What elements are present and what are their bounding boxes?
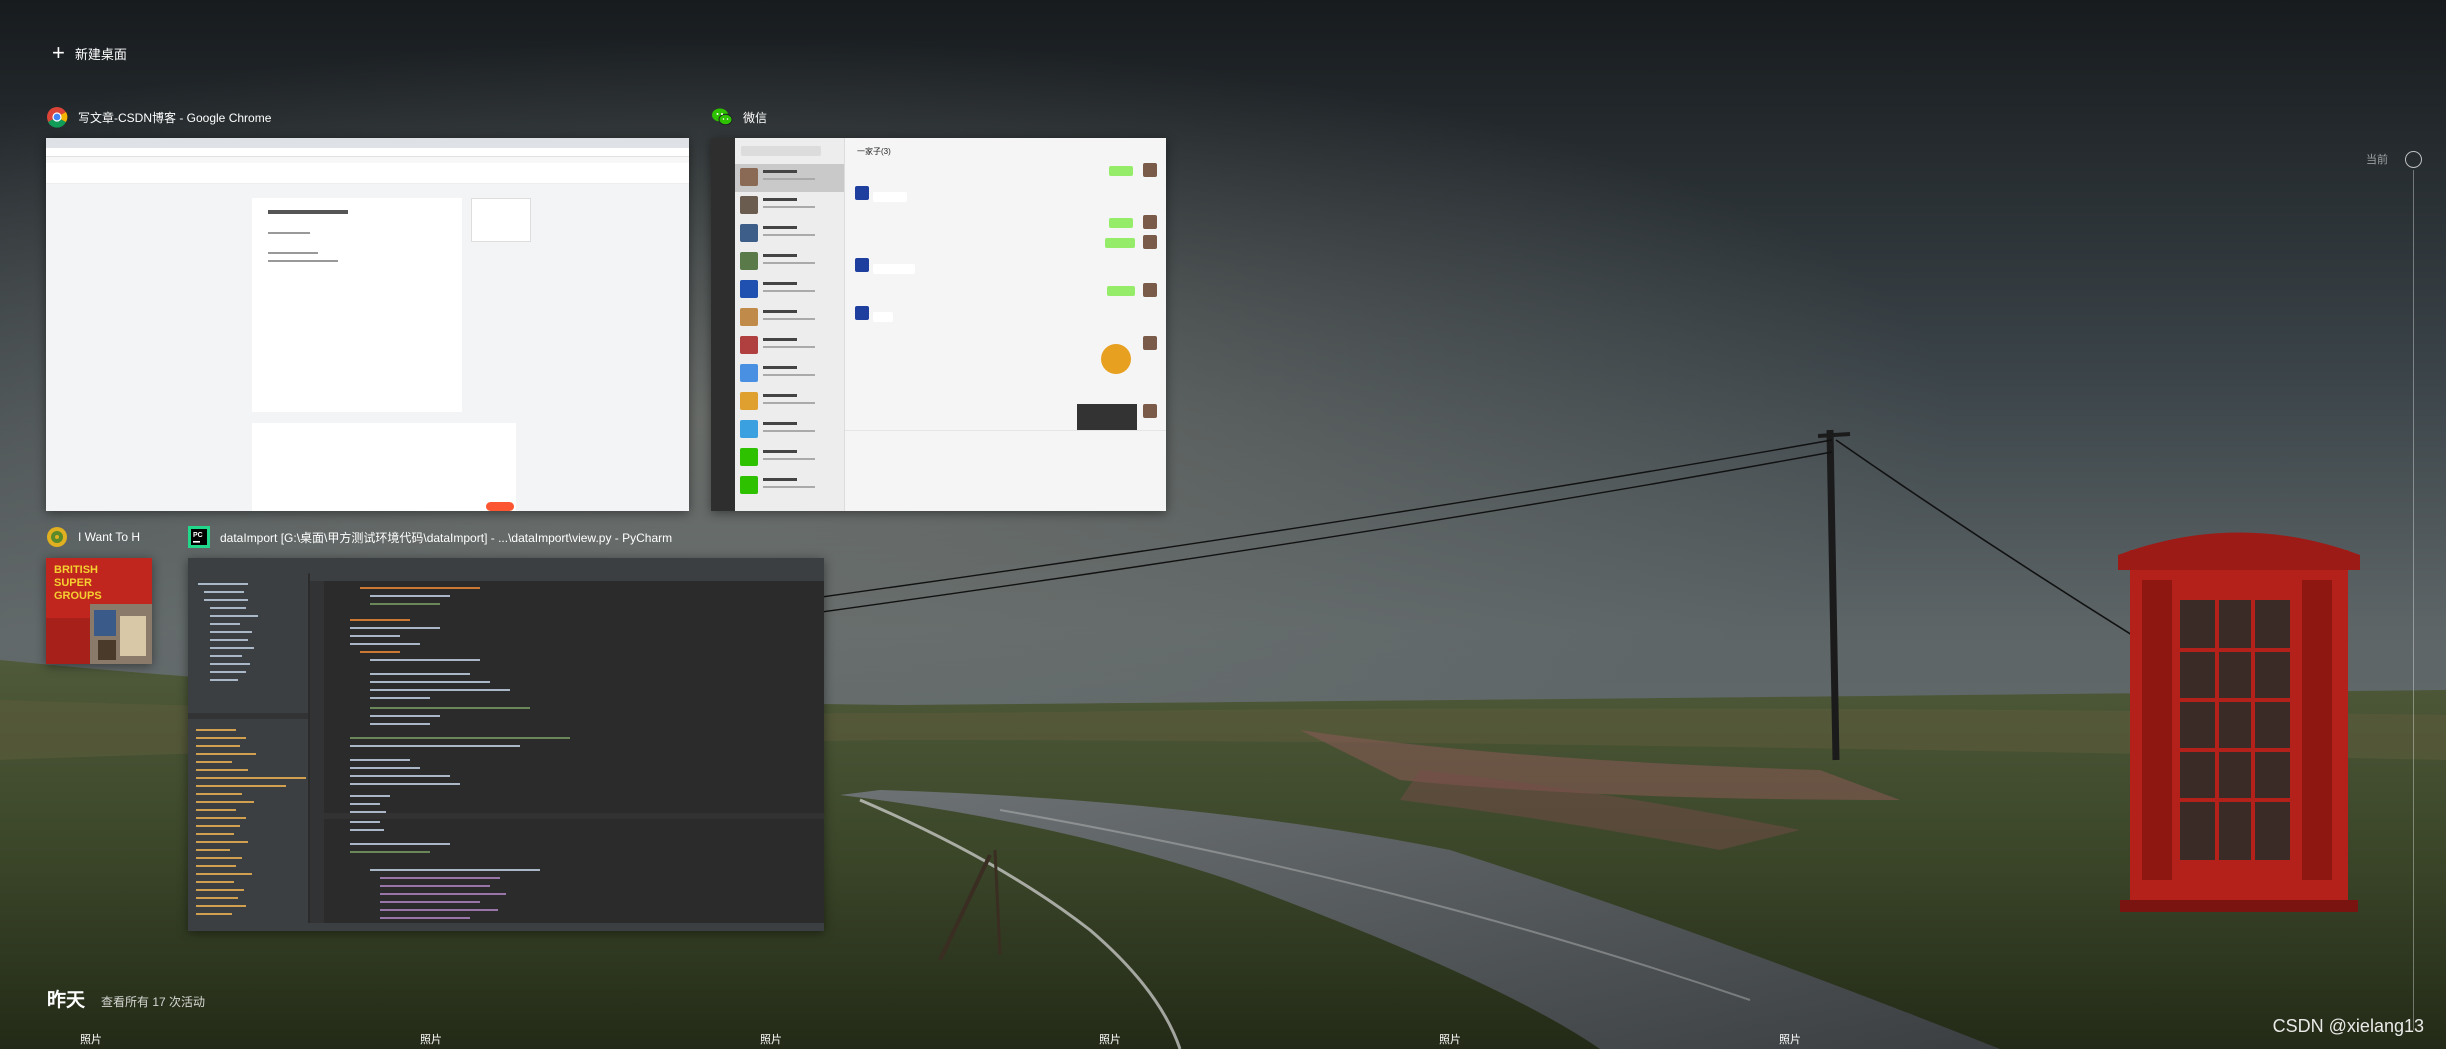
pycharm-icon: PC [188, 526, 210, 548]
chat-list [735, 138, 845, 511]
window-card-pycharm[interactable]: PC dataImport [G:\桌面\甲方测试环境代码\dataImport… [188, 524, 824, 931]
window-title: 微信 [743, 110, 768, 125]
watermark: CSDN @xielang13 [2272, 1016, 2424, 1036]
article-editor-page [252, 198, 462, 412]
activity-item-photos[interactable]: 照片 [80, 1031, 102, 1047]
window-thumbnail[interactable]: BRITISH SUPER GROUPS [46, 558, 152, 664]
publish-button [486, 502, 514, 511]
timeline-current-label: 当前 [2366, 154, 2388, 166]
window-card-music[interactable]: I Want To H BRITISH SUPER GROUPS [46, 524, 172, 664]
editor-toolbar [46, 163, 689, 184]
activity-day-header: 昨天 查看所有 17 次活动 [47, 985, 205, 1012]
see-all-activities-link[interactable]: 查看所有 17 次活动 [101, 993, 205, 1010]
project-tree-panel [188, 573, 308, 923]
window-thumbnail[interactable]: 一家子(3) [711, 138, 1166, 511]
window-title: 写文章-CSDN博客 - Google Chrome [78, 110, 272, 125]
message-input-area [845, 430, 1166, 511]
address-bar [46, 148, 689, 157]
day-heading: 昨天 [47, 990, 86, 1011]
new-desktop-label: 新建桌面 [74, 46, 127, 62]
activity-item-photos[interactable]: 照片 [1099, 1031, 1121, 1047]
album-title-line2: SUPER [54, 577, 92, 589]
window-card-chrome[interactable]: 写文章-CSDN博客 - Google Chrome [46, 104, 689, 511]
window-thumbnail[interactable] [46, 138, 689, 511]
editor-side-panel [471, 198, 531, 242]
chat-title: 一家子(3) [857, 147, 891, 156]
chat-pane: 一家子(3) [845, 138, 1166, 511]
window-title: I Want To H [78, 530, 141, 544]
timeline-scrollbar[interactable] [2413, 170, 2414, 1030]
wechat-nav-rail [711, 138, 735, 511]
publish-settings-panel [252, 423, 516, 511]
album-art: BRITISH SUPER GROUPS [46, 558, 152, 664]
music-icon [47, 527, 67, 547]
status-bar [188, 923, 824, 931]
window-thumbnail[interactable] [188, 558, 824, 931]
activity-item-photos[interactable]: 照片 [1779, 1031, 1801, 1047]
new-desktop-button[interactable]: + 新建桌面 [52, 40, 127, 66]
album-title-line3: GROUPS [54, 590, 102, 602]
window-title: dataImport [G:\桌面\甲方测试环境代码\dataImport] -… [220, 530, 673, 545]
timeline-scrubber-handle[interactable] [2405, 151, 2422, 168]
activity-item-photos[interactable]: 照片 [760, 1031, 782, 1047]
wechat-icon [712, 108, 733, 126]
album-title-line1: BRITISH [54, 564, 98, 576]
activity-item-photos[interactable]: 照片 [420, 1031, 442, 1047]
browser-tab-strip [46, 138, 689, 148]
chrome-icon [47, 107, 68, 128]
svg-text:PC: PC [193, 532, 203, 539]
plus-icon: + [52, 40, 65, 65]
activity-item-photos[interactable]: 照片 [1439, 1031, 1461, 1047]
code-editor [310, 573, 824, 923]
window-card-wechat[interactable]: 微信 一家子(3) [711, 104, 1166, 511]
